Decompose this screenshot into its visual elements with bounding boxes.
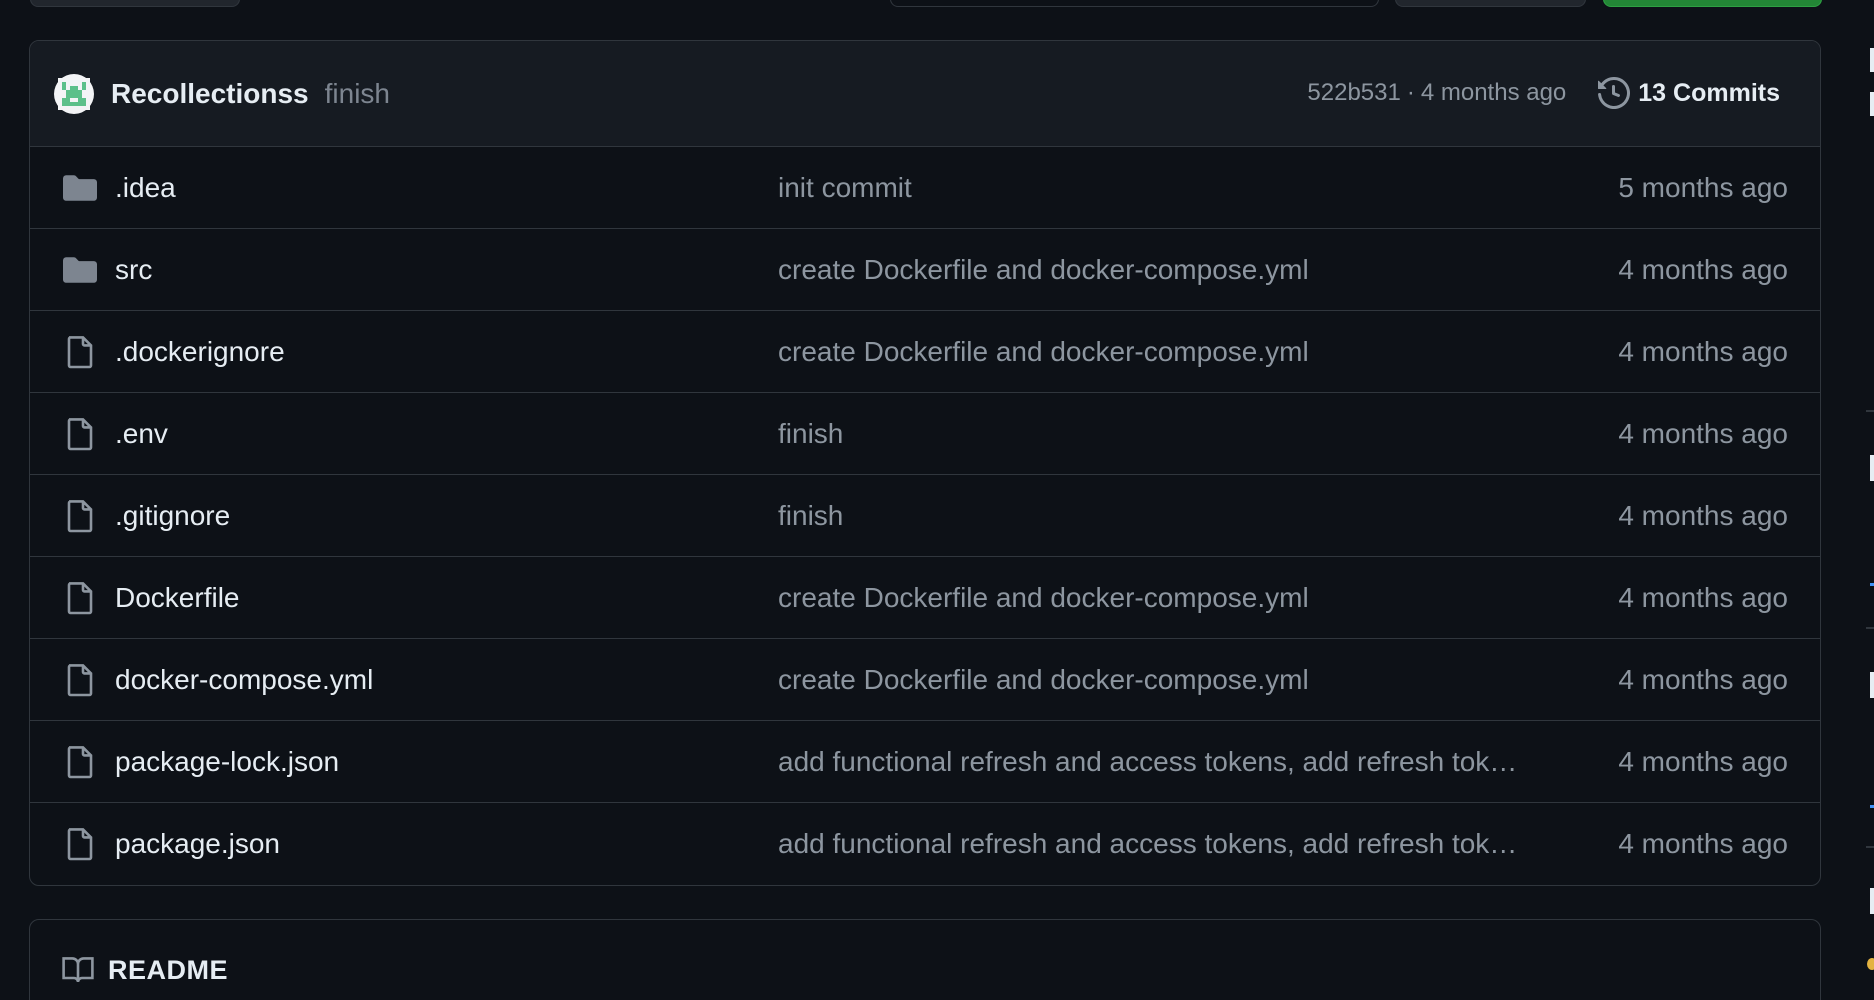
sidebar-link-fragment[interactable]	[1870, 583, 1874, 586]
commit-message-link[interactable]: create Dockerfile and docker-compose.yml	[778, 336, 1578, 368]
readme-title-link[interactable]: README	[108, 955, 228, 986]
table-row: .dockerignore create Dockerfile and dock…	[30, 311, 1820, 393]
table-row: .idea init commit 5 months ago	[30, 147, 1820, 229]
sidebar-link-fragment[interactable]	[1870, 805, 1874, 808]
commit-separator: ·	[1406, 79, 1415, 106]
file-icon	[62, 639, 98, 721]
code-button[interactable]	[1603, 0, 1822, 7]
commits-history-button[interactable]: 13 Commits	[1598, 77, 1780, 109]
file-name-link[interactable]: .dockerignore	[115, 336, 285, 368]
commit-message-link[interactable]: add functional refresh and access tokens…	[778, 828, 1578, 860]
file-list-table: Recollectionss finish 522b531 · 4 months…	[29, 40, 1821, 886]
file-icon	[62, 557, 98, 639]
readme-panel: README	[29, 919, 1821, 1000]
folder-icon	[62, 229, 98, 311]
table-row: Dockerfile create Dockerfile and docker-…	[30, 557, 1820, 639]
file-name-link[interactable]: .gitignore	[115, 500, 230, 532]
sidebar-text-fragment	[1870, 48, 1874, 72]
sidebar-heading-fragment	[1870, 672, 1874, 698]
commit-message-link[interactable]: finish	[778, 500, 1578, 532]
file-age: 5 months ago	[1618, 171, 1788, 203]
commit-message-link[interactable]: finish	[778, 418, 1578, 450]
add-file-button[interactable]	[1395, 0, 1586, 7]
commit-message-link[interactable]: finish	[325, 78, 390, 110]
file-age: 4 months ago	[1618, 335, 1788, 367]
file-age: 4 months ago	[1618, 828, 1788, 859]
commit-author-link[interactable]: Recollectionss	[111, 78, 309, 110]
file-name-link[interactable]: Dockerfile	[115, 582, 239, 614]
commit-message-link[interactable]: add functional refresh and access tokens…	[778, 746, 1578, 778]
branch-selector-button[interactable]	[30, 0, 240, 7]
file-name-link[interactable]: .idea	[115, 172, 176, 204]
latest-commit-bar: Recollectionss finish 522b531 · 4 months…	[30, 41, 1820, 147]
go-to-file-input[interactable]	[890, 0, 1379, 7]
file-icon	[62, 311, 98, 393]
sidebar-divider	[1866, 410, 1874, 412]
table-row: .gitignore finish 4 months ago	[30, 475, 1820, 557]
repository-page: Recollectionss finish 522b531 · 4 months…	[0, 0, 1874, 1000]
commit-message-link[interactable]: create Dockerfile and docker-compose.yml	[778, 254, 1578, 286]
table-row: src create Dockerfile and docker-compose…	[30, 229, 1820, 311]
identicon-icon	[58, 77, 90, 110]
file-icon	[62, 721, 98, 803]
file-name-link[interactable]: docker-compose.yml	[115, 664, 373, 696]
file-age: 4 months ago	[1618, 499, 1788, 531]
sidebar-divider	[1866, 627, 1874, 629]
file-icon	[62, 475, 98, 557]
sidebar-heading-fragment	[1870, 455, 1874, 481]
file-age: 4 months ago	[1618, 745, 1788, 777]
file-age: 4 months ago	[1618, 417, 1788, 449]
avatar[interactable]	[54, 73, 94, 114]
file-age: 4 months ago	[1618, 253, 1788, 285]
table-row: package.json add functional refresh and …	[30, 803, 1820, 885]
folder-icon	[62, 147, 98, 229]
file-icon	[62, 393, 98, 475]
file-icon	[62, 803, 98, 885]
commit-message-link[interactable]: init commit	[778, 172, 1578, 204]
history-icon	[1598, 77, 1631, 109]
table-row: .env finish 4 months ago	[30, 393, 1820, 475]
sidebar-divider	[1866, 846, 1874, 848]
table-row: package-lock.json add functional refresh…	[30, 721, 1820, 803]
file-name-link[interactable]: package-lock.json	[115, 746, 339, 778]
file-name-link[interactable]: package.json	[115, 828, 280, 860]
sidebar-text-fragment	[1870, 92, 1874, 116]
book-icon	[62, 957, 94, 983]
file-name-link[interactable]: src	[115, 254, 152, 286]
commit-message-link[interactable]: create Dockerfile and docker-compose.yml	[778, 582, 1578, 614]
sidebar-heading-fragment	[1870, 888, 1874, 914]
commit-message-link[interactable]: create Dockerfile and docker-compose.yml	[778, 664, 1578, 696]
table-row: docker-compose.yml create Dockerfile and…	[30, 639, 1820, 721]
language-color-dot	[1867, 958, 1874, 970]
readme-header: README	[30, 920, 1820, 1000]
file-age: 4 months ago	[1618, 581, 1788, 613]
commit-meta: 522b531 · 4 months ago 13 Commits	[1307, 41, 1780, 145]
commit-sha-link[interactable]: 522b531	[1307, 79, 1400, 107]
file-name-link[interactable]: .env	[115, 418, 168, 450]
commit-count: 13 Commits	[1638, 78, 1780, 107]
commit-age: 4 months ago	[1420, 79, 1567, 106]
file-age: 4 months ago	[1618, 663, 1788, 695]
